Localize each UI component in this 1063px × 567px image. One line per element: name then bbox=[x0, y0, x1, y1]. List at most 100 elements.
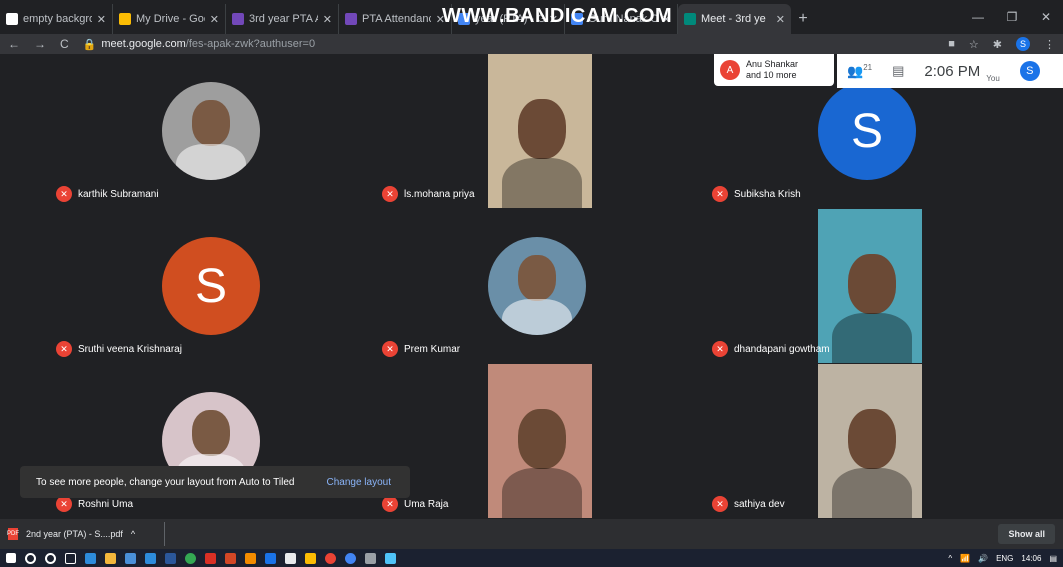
participant-avatar-photo bbox=[488, 237, 586, 335]
change-layout-button[interactable]: Change layout bbox=[327, 477, 392, 488]
tray-chevron-icon[interactable]: ^ bbox=[948, 554, 952, 563]
download-item[interactable]: PDF 2nd year (PTA) - S....pdf ^ bbox=[7, 522, 165, 546]
participant-name-row: ✕ Prem Kumar bbox=[382, 341, 460, 357]
network-icon[interactable]: 📶 bbox=[960, 554, 970, 563]
participant-name-row: ✕ Subiksha Krish bbox=[712, 186, 801, 202]
download-filename: 2nd year (PTA) - S....pdf bbox=[26, 529, 123, 539]
language-indicator[interactable]: ENG bbox=[996, 554, 1013, 563]
chevron-up-icon[interactable]: ^ bbox=[131, 529, 135, 539]
participant-name: ls.mohana priya bbox=[404, 188, 475, 200]
file-explorer-icon[interactable] bbox=[105, 552, 116, 564]
app-icon[interactable] bbox=[265, 552, 276, 564]
photos-icon[interactable] bbox=[385, 552, 396, 564]
mic-off-icon: ✕ bbox=[56, 496, 72, 512]
browser-tab[interactable]: empty backgroun ✕ bbox=[0, 4, 113, 34]
notification-icon[interactable]: ▤ bbox=[1049, 554, 1057, 563]
reload-icon[interactable]: C bbox=[60, 37, 69, 51]
participant-video bbox=[818, 364, 922, 518]
participant-name: Sruthi veena Krishnaraj bbox=[78, 343, 182, 355]
lock-icon: 🔒 bbox=[82, 38, 97, 51]
browser-tab[interactable]: Meet - 3rd ye ✕ bbox=[678, 4, 791, 34]
self-avatar[interactable]: S bbox=[1019, 61, 1040, 81]
layout-toast: To see more people, change your layout f… bbox=[20, 466, 410, 498]
browser-tab[interactable]: 3rd year PTA Atte ✕ bbox=[226, 4, 339, 34]
meet-top-bar: 👥21 ▤ 2:06 PM You S bbox=[837, 54, 1063, 88]
notes-icon[interactable] bbox=[305, 552, 316, 564]
profile-avatar[interactable]: S bbox=[1016, 37, 1030, 51]
settings-icon[interactable] bbox=[365, 552, 376, 564]
participant-tile[interactable]: S ✕ Sruthi veena Krishnaraj bbox=[50, 209, 372, 363]
people-icon[interactable]: 👥21 bbox=[847, 63, 872, 79]
camera-app-icon[interactable] bbox=[285, 552, 296, 564]
camera-icon[interactable]: ■ bbox=[948, 38, 955, 50]
downloads-bar: PDF 2nd year (PTA) - S....pdf ^ Show all bbox=[0, 519, 1063, 549]
tab-close-icon[interactable]: ✕ bbox=[323, 13, 332, 26]
participant-name-row: ✕ karthik Subramani bbox=[56, 186, 159, 202]
cortana-icon[interactable] bbox=[45, 552, 56, 564]
recorder-icon[interactable] bbox=[325, 552, 336, 564]
address-bar[interactable]: 🔒 meet.google.com/fes-apak-zwk?authuser=… bbox=[83, 38, 315, 51]
new-tab-icon[interactable]: + bbox=[791, 4, 815, 34]
participant-avatar-letter: S bbox=[818, 82, 916, 180]
participants-chip[interactable]: A Anu Shankar and 10 more bbox=[714, 54, 834, 86]
word-icon[interactable] bbox=[165, 552, 176, 564]
acrobat-icon[interactable] bbox=[205, 552, 216, 564]
tab-favicon-icon bbox=[119, 13, 131, 25]
participant-tile[interactable]: ✕ Prem Kumar bbox=[376, 209, 698, 363]
tab-close-icon[interactable]: ✕ bbox=[776, 13, 785, 26]
participant-tile[interactable]: ✕ sathiya dev bbox=[706, 364, 1028, 518]
participant-name-row: ✕ dhandapani gowtham bbox=[712, 341, 830, 357]
chat-icon[interactable]: ▤ bbox=[892, 63, 904, 79]
tab-close-icon[interactable]: ✕ bbox=[97, 13, 106, 26]
address-toolbar: ← → C 🔒 meet.google.com/fes-apak-zwk?aut… bbox=[0, 34, 1063, 54]
participant-video bbox=[488, 364, 592, 518]
browser-icon[interactable] bbox=[345, 552, 356, 564]
taskbar-clock[interactable]: 14:06 bbox=[1021, 554, 1041, 563]
browser-tab[interactable]: My Drive - Google ✕ bbox=[113, 4, 226, 34]
chip-line-1: Anu Shankar bbox=[746, 59, 799, 69]
star-icon[interactable]: ☆ bbox=[969, 38, 979, 51]
people-count: 21 bbox=[863, 62, 873, 72]
show-all-button[interactable]: Show all bbox=[998, 524, 1055, 544]
store-icon[interactable] bbox=[125, 552, 136, 564]
participant-name-row: ✕ Sruthi veena Krishnaraj bbox=[56, 341, 182, 357]
back-icon[interactable]: ← bbox=[8, 37, 20, 51]
chip-line-2: and 10 more bbox=[746, 70, 797, 80]
url-path: /fes-apak-zwk?authuser=0 bbox=[185, 38, 316, 50]
participant-video bbox=[488, 54, 592, 208]
search-icon[interactable] bbox=[25, 552, 36, 564]
windows-start-icon[interactable] bbox=[6, 553, 16, 563]
pdf-icon: PDF bbox=[7, 528, 19, 540]
participant-video bbox=[818, 209, 922, 363]
mic-off-icon: ✕ bbox=[382, 186, 398, 202]
powerpoint-icon[interactable] bbox=[225, 552, 236, 564]
participant-tile[interactable]: ✕ Uma Raja bbox=[376, 364, 698, 518]
task-view-icon[interactable] bbox=[65, 552, 76, 564]
volume-icon[interactable]: 🔊 bbox=[978, 554, 988, 563]
menu-icon[interactable]: ⋮ bbox=[1044, 38, 1055, 51]
mic-off-icon: ✕ bbox=[382, 496, 398, 512]
participant-name-row: ✕ ls.mohana priya bbox=[382, 186, 475, 202]
extensions-icon[interactable]: ✱ bbox=[993, 38, 1002, 51]
recording-watermark: WWW.BANDICAM.COM bbox=[442, 5, 673, 27]
forward-icon[interactable]: → bbox=[34, 37, 46, 51]
browser-tab[interactable]: PTA Attendance F✕ bbox=[339, 4, 452, 34]
url-host: meet.google.com bbox=[101, 38, 186, 50]
mic-off-icon: ✕ bbox=[712, 341, 728, 357]
chrome-icon[interactable] bbox=[185, 552, 196, 564]
participant-tile[interactable]: ✕ karthik Subramani bbox=[50, 54, 372, 208]
participant-tile[interactable]: ✕ dhandapani gowtham bbox=[706, 209, 1028, 363]
tab-favicon-icon bbox=[6, 13, 18, 25]
participant-avatar-photo bbox=[162, 82, 260, 180]
mail-icon[interactable] bbox=[145, 552, 156, 564]
edge-icon[interactable] bbox=[85, 552, 96, 564]
participant-tile[interactable]: ✕ ls.mohana priya bbox=[376, 54, 698, 208]
meet-grid: ✕ karthik Subramani ✕ ls.mohana priya S ✕ Subi… bbox=[0, 54, 1063, 519]
participant-name: Subiksha Krish bbox=[734, 188, 801, 200]
tab-close-icon[interactable]: ✕ bbox=[210, 13, 219, 26]
windows-taskbar: ^ 📶 🔊 ENG 14:06 ▤ bbox=[0, 549, 1063, 567]
vlc-icon[interactable] bbox=[245, 552, 256, 564]
minimize-icon[interactable]: — bbox=[961, 0, 995, 34]
close-icon[interactable]: ✕ bbox=[1029, 0, 1063, 34]
maximize-icon[interactable]: ❐ bbox=[995, 0, 1029, 34]
